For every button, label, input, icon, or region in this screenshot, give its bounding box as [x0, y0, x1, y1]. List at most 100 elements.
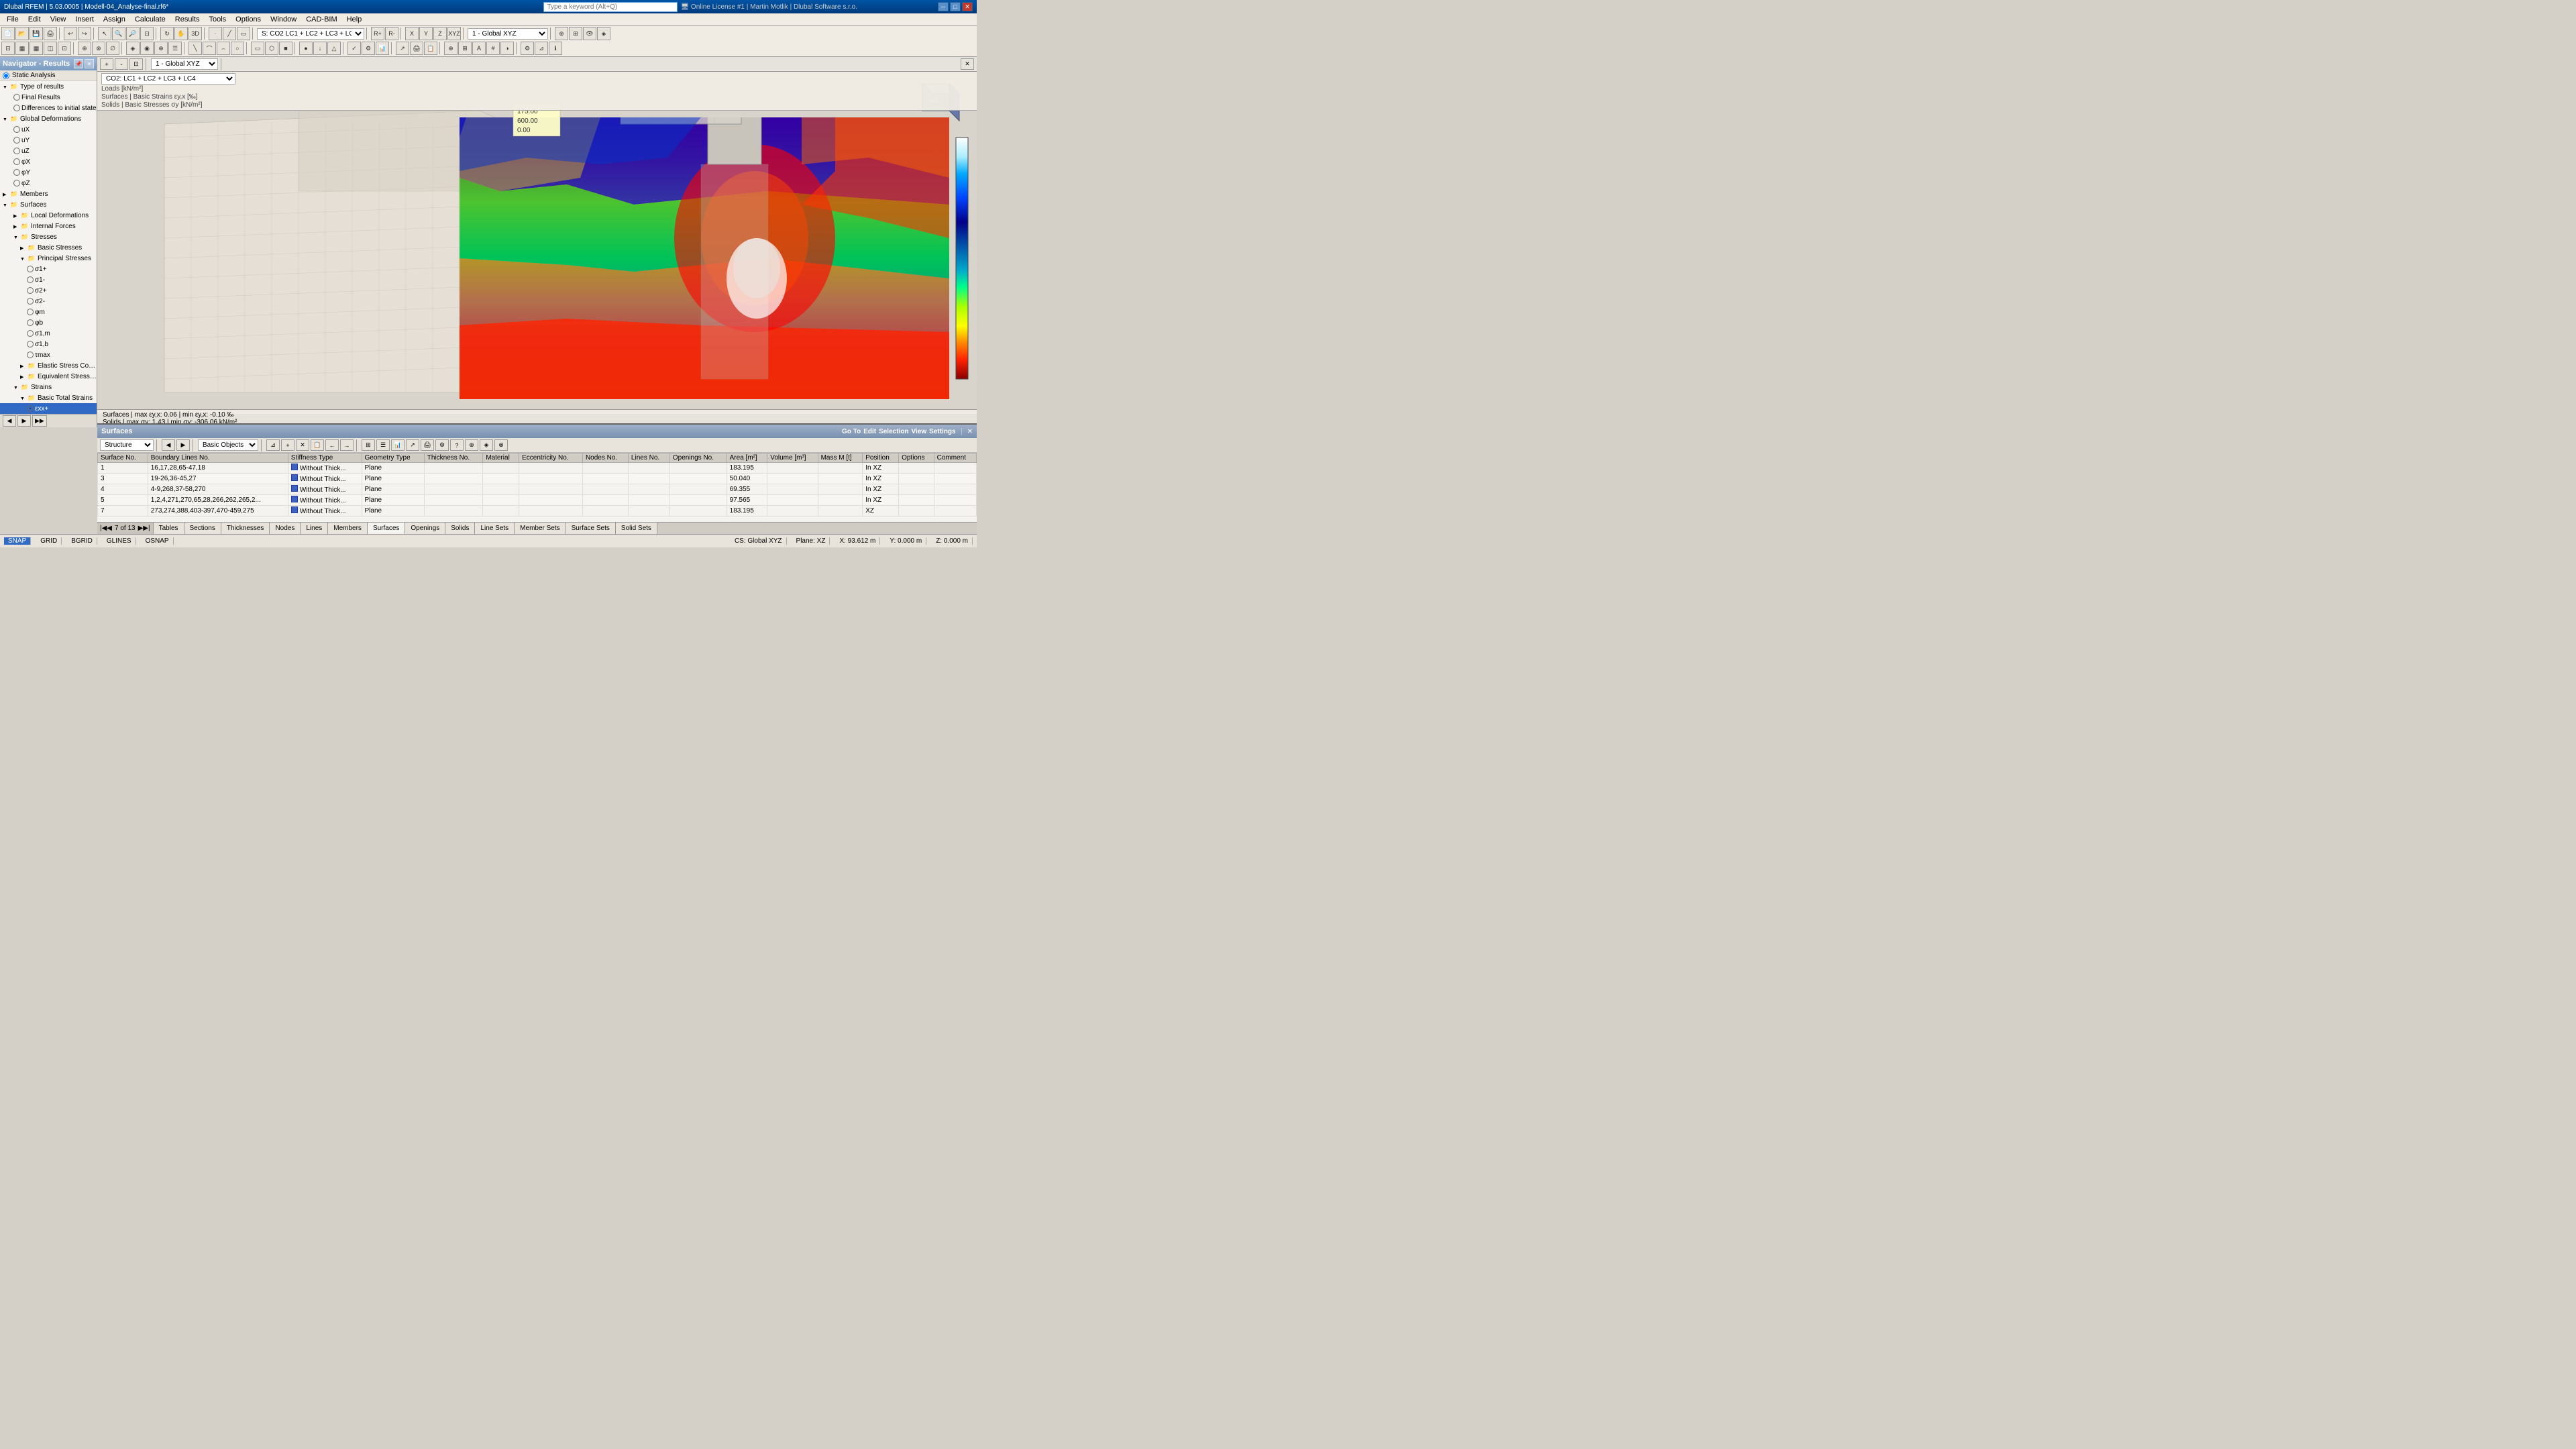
tree-type-results[interactable]: 📁 Type of results [0, 81, 97, 92]
tb2-8[interactable]: ∅ [106, 42, 119, 55]
vp-zoom-in[interactable]: + [100, 58, 113, 70]
menu-cad-bim[interactable]: CAD-BIM [302, 15, 341, 24]
tree-basic-total-strains[interactable]: 📁 Basic Total Strains [0, 392, 97, 403]
tb-results-on[interactable]: R+ [371, 27, 384, 40]
panel-tab-goto[interactable]: Go To [842, 428, 861, 435]
tree-equiv-stresses[interactable]: 📁 Equivalent Stresses [0, 371, 97, 382]
tree-sigma2p[interactable]: σ2+ [0, 285, 97, 296]
tree-final-results[interactable]: Final Results [0, 92, 97, 103]
tab-members[interactable]: Members [328, 523, 368, 534]
search-input[interactable] [543, 2, 678, 12]
status-grid[interactable]: GRID [36, 537, 62, 545]
tb-select[interactable]: ↖ [98, 27, 111, 40]
menu-file[interactable]: File [3, 15, 23, 24]
tree-uy[interactable]: uY [0, 135, 97, 146]
viewport-3d[interactable]: CO2: LC1 + LC2 + LC3 + LC4 Loads [kN/m²]… [97, 57, 977, 427]
minimize-button[interactable]: ─ [938, 2, 949, 11]
tb-bottom-help[interactable]: ? [450, 439, 464, 451]
tb-new[interactable]: 📄 [1, 27, 15, 40]
tb2-line[interactable]: ╲ [189, 42, 202, 55]
tb-node[interactable]: · [209, 27, 222, 40]
tb2-render2[interactable]: ◑ [500, 42, 514, 55]
tb2-settings[interactable]: ⚙ [521, 42, 534, 55]
tb-bottom-prev[interactable]: ◀ [162, 439, 175, 451]
tb-3d[interactable]: 3D [189, 27, 202, 40]
tb2-9[interactable]: ◈ [126, 42, 140, 55]
tab-member-sets[interactable]: Member Sets [515, 523, 566, 534]
tab-line-sets[interactable]: Line Sets [475, 523, 515, 534]
tb-bottom-next[interactable]: ▶ [176, 439, 190, 451]
tab-lines[interactable]: Lines [301, 523, 328, 534]
col-options[interactable]: Options [899, 453, 934, 463]
menu-insert[interactable]: Insert [71, 15, 98, 24]
tb2-calc[interactable]: ⚙ [362, 42, 375, 55]
page-nav[interactable]: |◀ ◀ 7 of 13 ▶ ▶| [97, 523, 154, 534]
tab-nodes[interactable]: Nodes [270, 523, 301, 534]
tb2-12[interactable]: ☰ [168, 42, 182, 55]
structure-combo[interactable]: Structure [100, 439, 154, 451]
nav-btn-prev[interactable]: ◀ [3, 415, 16, 427]
tree-tmax[interactable]: τmax [0, 350, 97, 360]
tb-redo[interactable]: ↪ [78, 27, 91, 40]
col-eccentricity[interactable]: Eccentricity No. [519, 453, 583, 463]
tb-bottom-more3[interactable]: ⊗ [494, 439, 508, 451]
tree-phiy[interactable]: φY [0, 167, 97, 178]
nav-pin[interactable]: 📌 [74, 59, 83, 68]
tb2-5[interactable]: ⊡ [58, 42, 71, 55]
loadcase-combo[interactable]: S: CO2 LC1 + LC2 + LC3 + LC4 [257, 28, 364, 40]
tb2-10[interactable]: ◉ [140, 42, 154, 55]
menu-results[interactable]: Results [171, 15, 204, 24]
table-row[interactable]: 44-9,268,37-58,270Without Thick...Plane6… [98, 484, 977, 495]
menu-view[interactable]: View [46, 15, 70, 24]
tb2-solid[interactable]: ■ [279, 42, 292, 55]
tab-solid-sets[interactable]: Solid Sets [616, 523, 657, 534]
tb2-export[interactable]: ↗ [396, 42, 409, 55]
tb2-11[interactable]: ⊕ [154, 42, 168, 55]
tree-sigma1p[interactable]: σ1+ [0, 264, 97, 274]
tb-line[interactable]: ╱ [223, 27, 236, 40]
tb2-3[interactable]: ▦ [30, 42, 43, 55]
static-analysis-radio[interactable] [3, 72, 9, 79]
tb2-4[interactable]: ◫ [44, 42, 57, 55]
table-row[interactable]: 319-26,36-45,27Without Thick...Plane50.0… [98, 474, 977, 484]
tb-bottom-delete[interactable]: ✕ [296, 439, 309, 451]
tb-bottom-copy[interactable]: 📋 [311, 439, 324, 451]
tb2-circle[interactable]: ○ [231, 42, 244, 55]
col-area[interactable]: Area [m²] [727, 453, 767, 463]
surfaces-table[interactable]: Surface No. Boundary Lines No. Stiffness… [97, 453, 977, 522]
table-row[interactable]: 51,2,4,271,270,65,28,266,262,265,2...Wit… [98, 495, 977, 506]
col-openings[interactable]: Openings No. [669, 453, 727, 463]
tb2-6[interactable]: ⊕ [78, 42, 91, 55]
tab-solids[interactable]: Solids [445, 523, 475, 534]
panel-tab-view[interactable]: View [912, 428, 927, 435]
tree-ux[interactable]: uX [0, 124, 97, 135]
tb-print[interactable]: 🖨 [44, 27, 57, 40]
page-prev[interactable]: ◀ [107, 525, 112, 532]
view-combo[interactable]: 1 - Global XYZ [468, 28, 548, 40]
tree-phix[interactable]: φX [0, 156, 97, 167]
tb-results-off[interactable]: R- [385, 27, 398, 40]
tree-strains[interactable]: 📁 Strains [0, 382, 97, 392]
col-geometry-type[interactable]: Geometry Type [362, 453, 424, 463]
col-volume[interactable]: Volume [m³] [767, 453, 818, 463]
col-thickness[interactable]: Thickness No. [424, 453, 482, 463]
tb2-axes[interactable]: ⊞ [458, 42, 472, 55]
page-next[interactable]: ▶ [138, 525, 144, 532]
tree-stresses[interactable]: 📁 Stresses [0, 231, 97, 242]
loadcase-combo-viewport[interactable]: CO2: LC1 + LC2 + LC3 + LC4 [101, 73, 235, 85]
tb2-node[interactable]: ● [299, 42, 313, 55]
tb-zoom-out[interactable]: 🔎 [126, 27, 140, 40]
tree-diff-initial[interactable]: Differences to initial state [0, 103, 97, 113]
nav-btn-play[interactable]: ▶▶ [32, 415, 47, 427]
tree-surfaces[interactable]: 📁 Surfaces [0, 199, 97, 210]
tree-local-def[interactable]: 📁 Local Deformations [0, 210, 97, 221]
tb2-poly[interactable]: ⬡ [265, 42, 278, 55]
tree-phib[interactable]: φb [0, 317, 97, 328]
tb-bottom-add[interactable]: + [281, 439, 294, 451]
tab-surfaces[interactable]: Surfaces [368, 523, 405, 535]
tb-bottom-more1[interactable]: ⊕ [465, 439, 478, 451]
tb-render[interactable]: ◈ [597, 27, 610, 40]
tab-surface-sets[interactable]: Surface Sets [566, 523, 616, 534]
tb-save[interactable]: 💾 [30, 27, 43, 40]
close-button[interactable]: ✕ [962, 2, 973, 11]
